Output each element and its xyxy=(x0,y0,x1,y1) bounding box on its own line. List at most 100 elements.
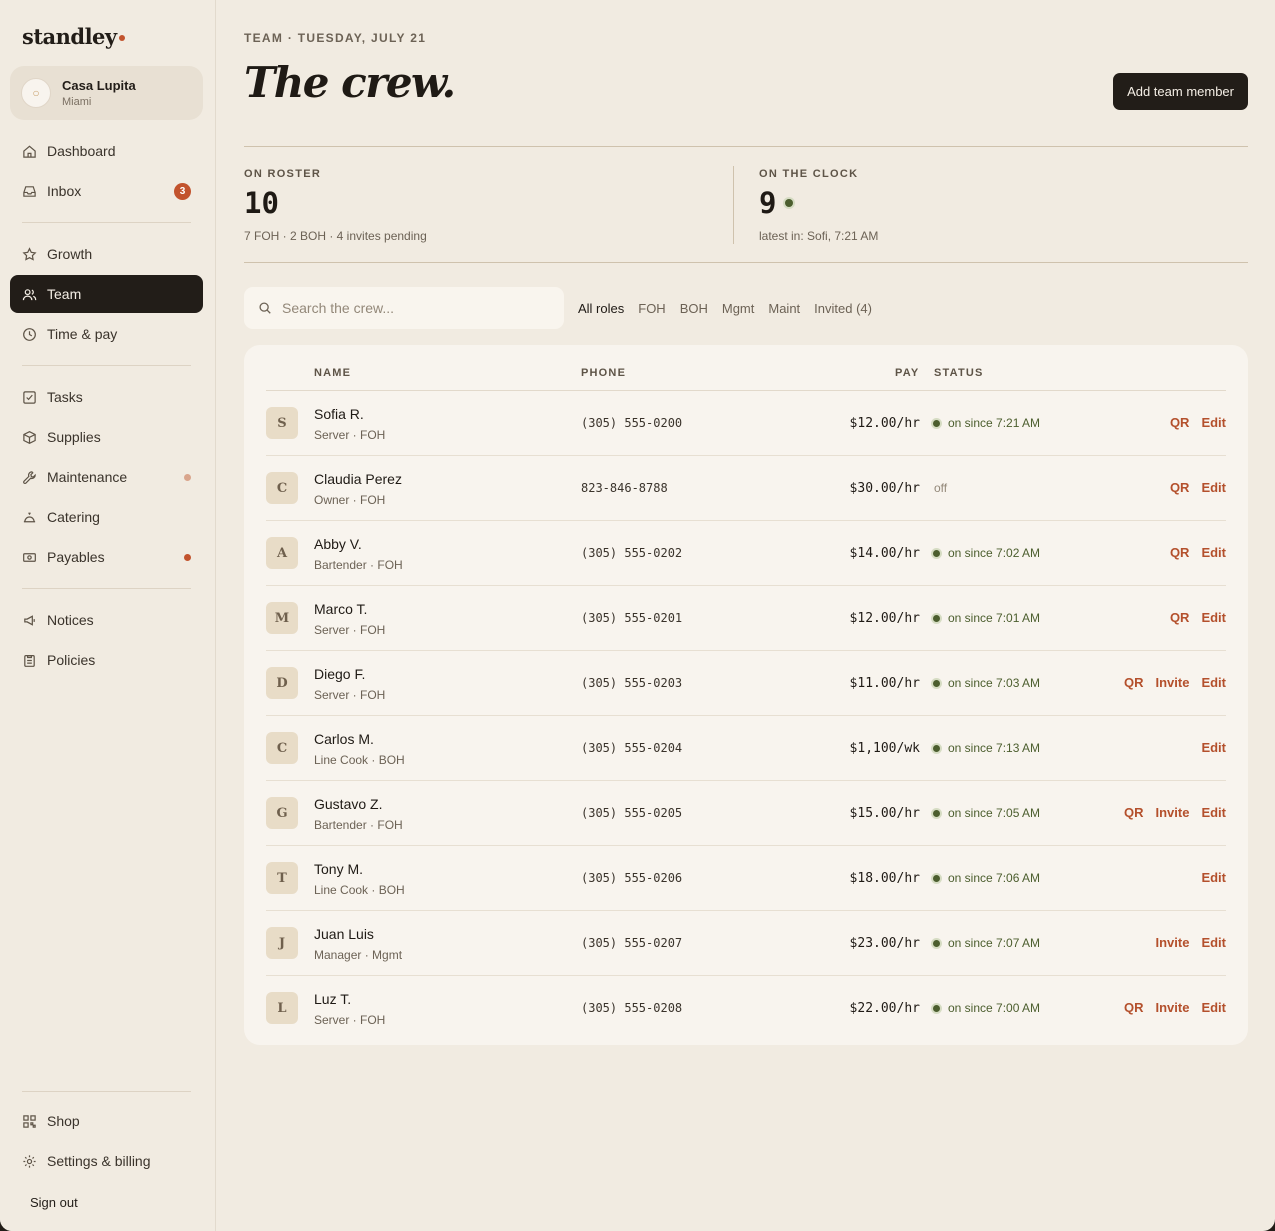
member-name[interactable]: Diego F. xyxy=(314,666,365,682)
table-row[interactable]: D Diego F. Server · FOH (305) 555-0203 $11.0… xyxy=(266,651,1226,716)
invite-action[interactable]: Invite xyxy=(1155,1000,1189,1015)
qr-action[interactable]: QR xyxy=(1170,610,1190,625)
sidebar-item-team[interactable]: Team xyxy=(10,275,203,313)
member-name[interactable]: Tony M. xyxy=(314,861,363,877)
column-header-phone[interactable]: PHONE xyxy=(581,367,626,379)
table-row[interactable]: J Juan Luis Manager · Mgmt (305) 555-0207 $2… xyxy=(266,911,1226,976)
venue-logo-icon: ○ xyxy=(21,78,51,108)
brand-logo[interactable]: standley xyxy=(22,24,125,49)
sidebar-item-label: Settings & billing xyxy=(47,1153,151,1169)
edit-action[interactable]: Edit xyxy=(1201,870,1226,885)
sidebar-item-label: Supplies xyxy=(47,429,101,445)
venue-city: Miami xyxy=(62,96,92,108)
inbox-count-badge: 3 xyxy=(174,183,191,200)
sidebar-item-policies[interactable]: Policies xyxy=(10,641,203,679)
member-name[interactable]: Gustavo Z. xyxy=(314,796,382,812)
qr-action[interactable]: QR xyxy=(1124,675,1144,690)
invite-action[interactable]: Invite xyxy=(1155,935,1189,950)
member-name[interactable]: Abby V. xyxy=(314,536,362,552)
column-header-status[interactable]: STATUS xyxy=(934,367,984,379)
filter-maint[interactable]: Maint xyxy=(768,301,800,316)
filter-foh[interactable]: FOH xyxy=(638,301,665,316)
member-name[interactable]: Carlos M. xyxy=(314,731,374,747)
edit-action[interactable]: Edit xyxy=(1201,935,1226,950)
sidebar-item-shop[interactable]: Shop xyxy=(10,1102,203,1140)
venue-name: Casa Lupita xyxy=(62,78,136,93)
table-row[interactable]: G Gustavo Z. Bartender · FOH (305) 555-0205… xyxy=(266,781,1226,846)
filter-all-roles[interactable]: All roles xyxy=(578,301,624,316)
row-actions: QR Invite Edit xyxy=(1124,1000,1226,1015)
qr-action[interactable]: QR xyxy=(1170,480,1190,495)
venue-switcher[interactable]: ○ Casa Lupita Miami xyxy=(10,66,203,120)
sidebar-item-payables[interactable]: Payables xyxy=(10,538,203,576)
member-role: Server · FOH xyxy=(314,688,386,702)
sidebar-item-label: Catering xyxy=(47,509,100,525)
edit-action[interactable]: Edit xyxy=(1201,1000,1226,1015)
member-name[interactable]: Marco T. xyxy=(314,601,367,617)
edit-action[interactable]: Edit xyxy=(1201,415,1226,430)
sidebar-item-label: Dashboard xyxy=(47,143,116,159)
brand-dot xyxy=(118,35,125,41)
member-role: Owner · FOH xyxy=(314,493,386,507)
filter-invited[interactable]: Invited (4) xyxy=(814,301,872,316)
member-avatar: D xyxy=(266,667,298,699)
member-name[interactable]: Sofia R. xyxy=(314,406,364,422)
invite-action[interactable]: Invite xyxy=(1155,805,1189,820)
stat-on-the-clock: ON THE CLOCK 9 latest in: Sofi, 7:21 AM xyxy=(733,147,1248,262)
edit-action[interactable]: Edit xyxy=(1201,740,1226,755)
qr-action[interactable]: QR xyxy=(1170,545,1190,560)
banknote-icon xyxy=(23,552,36,562)
member-status: on since 7:06 AM xyxy=(933,871,1040,885)
qr-action[interactable]: QR xyxy=(1124,805,1144,820)
member-avatar: T xyxy=(266,862,298,894)
sidebar-item-inbox[interactable]: Inbox 3 xyxy=(10,172,203,210)
sign-out-link[interactable]: Sign out xyxy=(30,1195,78,1210)
member-name[interactable]: Luz T. xyxy=(314,991,351,1007)
stat-label: ON THE CLOCK xyxy=(759,168,859,180)
table-row[interactable]: C Carlos M. Line Cook · BOH (305) 555-0204 $… xyxy=(266,716,1226,781)
member-status: on since 7:05 AM xyxy=(933,806,1040,820)
member-phone: (305) 555-0201 xyxy=(581,611,683,625)
member-avatar: S xyxy=(266,407,298,439)
qr-action[interactable]: QR xyxy=(1170,415,1190,430)
table-row[interactable]: S Sofia R. Server · FOH (305) 555-0200 $12.0… xyxy=(266,391,1226,456)
column-header-pay[interactable]: PAY xyxy=(895,367,919,379)
add-team-member-button[interactable]: Add team member xyxy=(1113,73,1248,110)
table-row[interactable]: M Marco T. Server · FOH (305) 555-0201 $12.0… xyxy=(266,586,1226,651)
sidebar-item-supplies[interactable]: Supplies xyxy=(10,418,203,456)
sidebar-item-dashboard[interactable]: Dashboard xyxy=(10,132,203,170)
inbox-icon xyxy=(23,185,36,197)
main-content: TEAM · TUESDAY, JULY 21 The crew. Add te… xyxy=(216,0,1275,1231)
sidebar-item-settings[interactable]: Settings & billing xyxy=(10,1142,203,1180)
sidebar-item-time-pay[interactable]: Time & pay xyxy=(10,315,203,353)
qr-grid-icon xyxy=(23,1114,36,1128)
qr-action[interactable]: QR xyxy=(1124,1000,1144,1015)
search-input[interactable] xyxy=(282,300,542,316)
sidebar-item-tasks[interactable]: Tasks xyxy=(10,378,203,416)
table-row[interactable]: A Abby V. Bartender · FOH (305) 555-0202 $14… xyxy=(266,521,1226,586)
row-actions: QR Invite Edit xyxy=(1124,805,1226,820)
sidebar-item-catering[interactable]: Catering xyxy=(10,498,203,536)
filter-boh[interactable]: BOH xyxy=(680,301,708,316)
filter-mgmt[interactable]: Mgmt xyxy=(722,301,755,316)
table-row[interactable]: L Luz T. Server · FOH (305) 555-0208 $22.00/… xyxy=(266,976,1226,1041)
member-name[interactable]: Claudia Perez xyxy=(314,471,402,487)
member-name[interactable]: Juan Luis xyxy=(314,926,374,942)
member-status: off xyxy=(934,481,948,495)
sidebar-item-maintenance[interactable]: Maintenance xyxy=(10,458,203,496)
column-header-name[interactable]: NAME xyxy=(314,367,351,379)
edit-action[interactable]: Edit xyxy=(1201,480,1226,495)
edit-action[interactable]: Edit xyxy=(1201,610,1226,625)
sidebar-item-label: Payables xyxy=(47,549,105,565)
edit-action[interactable]: Edit xyxy=(1201,545,1226,560)
table-row[interactable]: C Claudia Perez Owner · FOH 823-846-8788 $30… xyxy=(266,456,1226,521)
member-phone: (305) 555-0204 xyxy=(581,741,683,755)
sidebar-item-growth[interactable]: Growth xyxy=(10,235,203,273)
member-status: on since 7:00 AM xyxy=(933,1001,1040,1015)
table-row[interactable]: T Tony M. Line Cook · BOH (305) 555-0206 $18… xyxy=(266,846,1226,911)
edit-action[interactable]: Edit xyxy=(1201,805,1226,820)
sidebar-item-notices[interactable]: Notices xyxy=(10,601,203,639)
member-status: on since 7:03 AM xyxy=(933,676,1040,690)
invite-action[interactable]: Invite xyxy=(1155,675,1189,690)
edit-action[interactable]: Edit xyxy=(1201,675,1226,690)
